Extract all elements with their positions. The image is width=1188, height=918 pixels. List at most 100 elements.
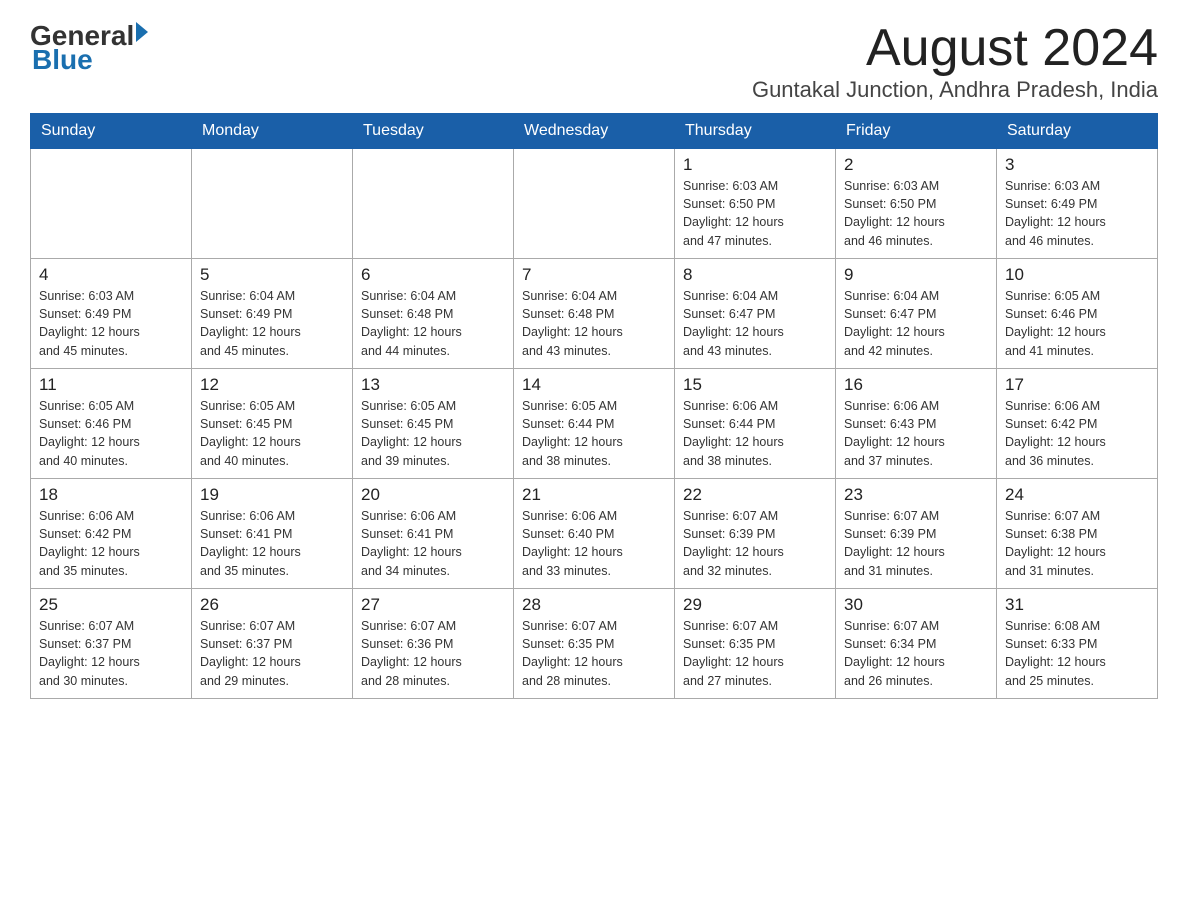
day-number: 25 — [39, 595, 183, 615]
day-number: 3 — [1005, 155, 1149, 175]
day-number: 12 — [200, 375, 344, 395]
day-number: 2 — [844, 155, 988, 175]
calendar-cell: 12Sunrise: 6:05 AM Sunset: 6:45 PM Dayli… — [192, 369, 353, 479]
calendar-cell: 14Sunrise: 6:05 AM Sunset: 6:44 PM Dayli… — [514, 369, 675, 479]
day-number: 26 — [200, 595, 344, 615]
day-number: 21 — [522, 485, 666, 505]
calendar-cell: 16Sunrise: 6:06 AM Sunset: 6:43 PM Dayli… — [836, 369, 997, 479]
calendar-cell: 11Sunrise: 6:05 AM Sunset: 6:46 PM Dayli… — [31, 369, 192, 479]
day-info: Sunrise: 6:08 AM Sunset: 6:33 PM Dayligh… — [1005, 617, 1149, 690]
calendar-week-row: 18Sunrise: 6:06 AM Sunset: 6:42 PM Dayli… — [31, 479, 1158, 589]
logo-blue: Blue — [32, 44, 93, 76]
calendar-cell: 18Sunrise: 6:06 AM Sunset: 6:42 PM Dayli… — [31, 479, 192, 589]
day-info: Sunrise: 6:06 AM Sunset: 6:42 PM Dayligh… — [39, 507, 183, 580]
day-info: Sunrise: 6:06 AM Sunset: 6:43 PM Dayligh… — [844, 397, 988, 470]
calendar-week-row: 1Sunrise: 6:03 AM Sunset: 6:50 PM Daylig… — [31, 149, 1158, 259]
day-number: 29 — [683, 595, 827, 615]
day-number: 28 — [522, 595, 666, 615]
day-info: Sunrise: 6:04 AM Sunset: 6:49 PM Dayligh… — [200, 287, 344, 360]
day-number: 13 — [361, 375, 505, 395]
day-number: 9 — [844, 265, 988, 285]
day-number: 15 — [683, 375, 827, 395]
calendar-cell: 15Sunrise: 6:06 AM Sunset: 6:44 PM Dayli… — [675, 369, 836, 479]
day-of-week-header: Tuesday — [353, 114, 514, 149]
day-number: 31 — [1005, 595, 1149, 615]
logo: General Blue — [30, 20, 148, 76]
title-area: August 2024 Guntakal Junction, Andhra Pr… — [752, 20, 1158, 103]
day-number: 18 — [39, 485, 183, 505]
day-info: Sunrise: 6:07 AM Sunset: 6:36 PM Dayligh… — [361, 617, 505, 690]
day-info: Sunrise: 6:03 AM Sunset: 6:50 PM Dayligh… — [683, 177, 827, 250]
calendar-cell: 1Sunrise: 6:03 AM Sunset: 6:50 PM Daylig… — [675, 149, 836, 259]
day-number: 22 — [683, 485, 827, 505]
day-info: Sunrise: 6:07 AM Sunset: 6:38 PM Dayligh… — [1005, 507, 1149, 580]
calendar-cell: 13Sunrise: 6:05 AM Sunset: 6:45 PM Dayli… — [353, 369, 514, 479]
calendar-cell: 29Sunrise: 6:07 AM Sunset: 6:35 PM Dayli… — [675, 589, 836, 699]
day-number: 17 — [1005, 375, 1149, 395]
calendar-cell: 17Sunrise: 6:06 AM Sunset: 6:42 PM Dayli… — [997, 369, 1158, 479]
calendar-cell: 8Sunrise: 6:04 AM Sunset: 6:47 PM Daylig… — [675, 259, 836, 369]
calendar-cell — [514, 149, 675, 259]
calendar-header-row: SundayMondayTuesdayWednesdayThursdayFrid… — [31, 114, 1158, 149]
day-number: 6 — [361, 265, 505, 285]
day-info: Sunrise: 6:06 AM Sunset: 6:44 PM Dayligh… — [683, 397, 827, 470]
day-info: Sunrise: 6:05 AM Sunset: 6:45 PM Dayligh… — [361, 397, 505, 470]
day-info: Sunrise: 6:07 AM Sunset: 6:37 PM Dayligh… — [200, 617, 344, 690]
day-info: Sunrise: 6:06 AM Sunset: 6:40 PM Dayligh… — [522, 507, 666, 580]
calendar-week-row: 4Sunrise: 6:03 AM Sunset: 6:49 PM Daylig… — [31, 259, 1158, 369]
day-info: Sunrise: 6:05 AM Sunset: 6:45 PM Dayligh… — [200, 397, 344, 470]
calendar-cell: 28Sunrise: 6:07 AM Sunset: 6:35 PM Dayli… — [514, 589, 675, 699]
month-title: August 2024 — [752, 20, 1158, 77]
calendar-cell: 6Sunrise: 6:04 AM Sunset: 6:48 PM Daylig… — [353, 259, 514, 369]
day-info: Sunrise: 6:07 AM Sunset: 6:37 PM Dayligh… — [39, 617, 183, 690]
calendar-cell — [353, 149, 514, 259]
day-number: 11 — [39, 375, 183, 395]
day-number: 7 — [522, 265, 666, 285]
calendar-cell: 24Sunrise: 6:07 AM Sunset: 6:38 PM Dayli… — [997, 479, 1158, 589]
calendar-cell: 4Sunrise: 6:03 AM Sunset: 6:49 PM Daylig… — [31, 259, 192, 369]
calendar-cell: 10Sunrise: 6:05 AM Sunset: 6:46 PM Dayli… — [997, 259, 1158, 369]
day-info: Sunrise: 6:05 AM Sunset: 6:44 PM Dayligh… — [522, 397, 666, 470]
calendar-cell — [31, 149, 192, 259]
day-number: 14 — [522, 375, 666, 395]
day-info: Sunrise: 6:04 AM Sunset: 6:48 PM Dayligh… — [361, 287, 505, 360]
day-of-week-header: Thursday — [675, 114, 836, 149]
day-info: Sunrise: 6:03 AM Sunset: 6:49 PM Dayligh… — [39, 287, 183, 360]
day-number: 16 — [844, 375, 988, 395]
calendar-cell: 21Sunrise: 6:06 AM Sunset: 6:40 PM Dayli… — [514, 479, 675, 589]
day-number: 30 — [844, 595, 988, 615]
day-info: Sunrise: 6:03 AM Sunset: 6:50 PM Dayligh… — [844, 177, 988, 250]
day-info: Sunrise: 6:07 AM Sunset: 6:35 PM Dayligh… — [522, 617, 666, 690]
calendar-cell: 31Sunrise: 6:08 AM Sunset: 6:33 PM Dayli… — [997, 589, 1158, 699]
calendar-cell: 5Sunrise: 6:04 AM Sunset: 6:49 PM Daylig… — [192, 259, 353, 369]
location-title: Guntakal Junction, Andhra Pradesh, India — [752, 77, 1158, 103]
logo-arrow-icon — [136, 22, 148, 42]
day-number: 8 — [683, 265, 827, 285]
day-number: 24 — [1005, 485, 1149, 505]
day-number: 10 — [1005, 265, 1149, 285]
day-of-week-header: Friday — [836, 114, 997, 149]
day-info: Sunrise: 6:03 AM Sunset: 6:49 PM Dayligh… — [1005, 177, 1149, 250]
day-info: Sunrise: 6:05 AM Sunset: 6:46 PM Dayligh… — [1005, 287, 1149, 360]
day-number: 23 — [844, 485, 988, 505]
calendar-cell: 30Sunrise: 6:07 AM Sunset: 6:34 PM Dayli… — [836, 589, 997, 699]
day-of-week-header: Sunday — [31, 114, 192, 149]
day-info: Sunrise: 6:07 AM Sunset: 6:39 PM Dayligh… — [844, 507, 988, 580]
day-info: Sunrise: 6:07 AM Sunset: 6:34 PM Dayligh… — [844, 617, 988, 690]
calendar-cell: 19Sunrise: 6:06 AM Sunset: 6:41 PM Dayli… — [192, 479, 353, 589]
day-number: 19 — [200, 485, 344, 505]
day-info: Sunrise: 6:04 AM Sunset: 6:48 PM Dayligh… — [522, 287, 666, 360]
calendar-table: SundayMondayTuesdayWednesdayThursdayFrid… — [30, 113, 1158, 699]
day-info: Sunrise: 6:05 AM Sunset: 6:46 PM Dayligh… — [39, 397, 183, 470]
calendar-cell: 9Sunrise: 6:04 AM Sunset: 6:47 PM Daylig… — [836, 259, 997, 369]
day-of-week-header: Saturday — [997, 114, 1158, 149]
day-info: Sunrise: 6:04 AM Sunset: 6:47 PM Dayligh… — [844, 287, 988, 360]
day-number: 20 — [361, 485, 505, 505]
day-info: Sunrise: 6:06 AM Sunset: 6:42 PM Dayligh… — [1005, 397, 1149, 470]
calendar-cell: 27Sunrise: 6:07 AM Sunset: 6:36 PM Dayli… — [353, 589, 514, 699]
calendar-cell: 25Sunrise: 6:07 AM Sunset: 6:37 PM Dayli… — [31, 589, 192, 699]
day-of-week-header: Wednesday — [514, 114, 675, 149]
calendar-cell: 3Sunrise: 6:03 AM Sunset: 6:49 PM Daylig… — [997, 149, 1158, 259]
calendar-cell — [192, 149, 353, 259]
calendar-cell: 22Sunrise: 6:07 AM Sunset: 6:39 PM Dayli… — [675, 479, 836, 589]
